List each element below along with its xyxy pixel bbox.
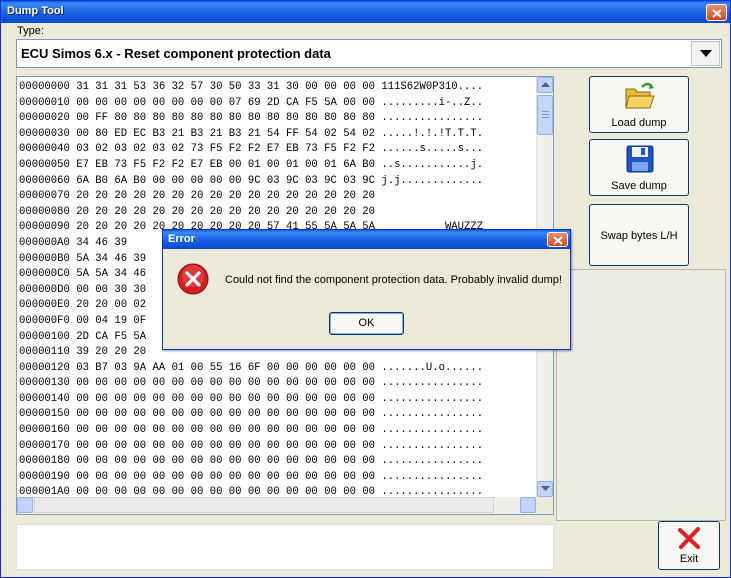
hex-line: 00000030 00 80 ED EC B3 21 B3 21 B3 21 5… [19, 127, 484, 140]
hex-line: 00000040 03 02 03 02 03 02 73 F5 F2 F2 E… [19, 143, 484, 156]
scroll-up-button[interactable] [537, 77, 553, 93]
scroll-left-button[interactable] [17, 497, 33, 513]
horizontal-scroll-thumb[interactable] [34, 497, 494, 513]
swap-bytes-button[interactable]: Swap bytes L/H [589, 204, 689, 266]
error-dialog-close-button[interactable] [547, 232, 568, 247]
error-dialog-title-bar: Error [163, 230, 570, 249]
side-panel [556, 269, 726, 521]
type-combobox[interactable]: ECU Simos 6.x - Reset component protecti… [16, 39, 722, 68]
type-selected-value: ECU Simos 6.x - Reset component protecti… [21, 46, 331, 61]
hex-line: 00000000 31 31 31 53 36 32 57 30 50 33 3… [19, 81, 484, 93]
vertical-scroll-thumb[interactable] [537, 95, 553, 135]
error-dialog: Error Could not find the component prote… [162, 229, 571, 350]
window-title: Dump Tool [7, 5, 64, 17]
exit-label: Exit [679, 553, 699, 565]
load-dump-label: Load dump [611, 117, 667, 129]
scroll-right-button[interactable] [520, 497, 536, 513]
hex-line: 00000130 00 00 00 00 00 00 00 00 00 00 0… [19, 377, 484, 390]
dump-tool-window: Dump Tool Type: ECU Simos 6.x - Reset co… [0, 0, 731, 578]
error-icon [177, 263, 209, 295]
status-message-box [16, 524, 554, 570]
floppy-disk-icon [626, 145, 654, 173]
hex-line: 00000020 00 FF 80 80 80 80 80 80 80 80 8… [19, 112, 484, 125]
type-dropdown-button[interactable] [691, 41, 720, 66]
dropdown-arrow-icon [700, 50, 712, 57]
horizontal-scrollbar[interactable] [17, 497, 537, 514]
hex-line: 00000070 20 20 20 20 20 20 20 20 20 20 2… [19, 190, 484, 203]
hex-line: 00000080 20 20 20 20 20 20 20 20 20 20 2… [19, 205, 484, 218]
title-bar: Dump Tool [1, 1, 730, 23]
scroll-up-arrow-icon [541, 82, 550, 87]
hex-line: 00000060 6A B0 6A B0 00 00 00 00 00 9C 0… [19, 174, 484, 187]
save-dump-button[interactable]: Save dump [589, 139, 689, 196]
hex-line: 00000140 00 00 00 00 00 00 00 00 00 00 0… [19, 392, 484, 405]
load-dump-button[interactable]: Load dump [589, 76, 689, 133]
hex-line: 00000170 00 00 00 00 00 00 00 00 00 00 0… [19, 439, 484, 452]
save-dump-label: Save dump [611, 180, 667, 192]
open-folder-icon [625, 82, 655, 109]
hex-line: 00000180 00 00 00 00 00 00 00 00 00 00 0… [19, 455, 484, 468]
scroll-down-arrow-icon [541, 486, 550, 491]
close-icon [712, 9, 722, 18]
scroll-down-button[interactable] [537, 481, 553, 497]
error-dialog-title: Error [168, 233, 195, 245]
hex-line: 00000010 00 00 00 00 00 00 00 00 07 69 2… [19, 96, 484, 109]
swap-bytes-label: Swap bytes L/H [600, 230, 678, 242]
error-message: Could not find the component protection … [225, 274, 562, 286]
hex-line: 00000160 00 00 00 00 00 00 00 00 00 00 0… [19, 424, 484, 437]
hex-line: 00000150 00 00 00 00 00 00 00 00 00 00 0… [19, 408, 484, 421]
hex-line: 00000120 03 B7 03 9A AA 01 00 55 16 6F 0… [19, 361, 484, 374]
ok-button[interactable]: OK [329, 312, 404, 335]
hex-line: 00000050 E7 EB 73 F5 F2 F2 E7 EB 00 01 0… [19, 158, 484, 171]
exit-button[interactable]: Exit [658, 521, 720, 570]
close-icon [553, 236, 563, 245]
scrollbar-corner [536, 497, 553, 514]
hex-line: 00000190 00 00 00 00 00 00 00 00 00 00 0… [19, 470, 484, 483]
type-label: Type: [17, 25, 44, 37]
exit-x-icon [678, 527, 700, 549]
window-close-button[interactable] [706, 4, 727, 21]
